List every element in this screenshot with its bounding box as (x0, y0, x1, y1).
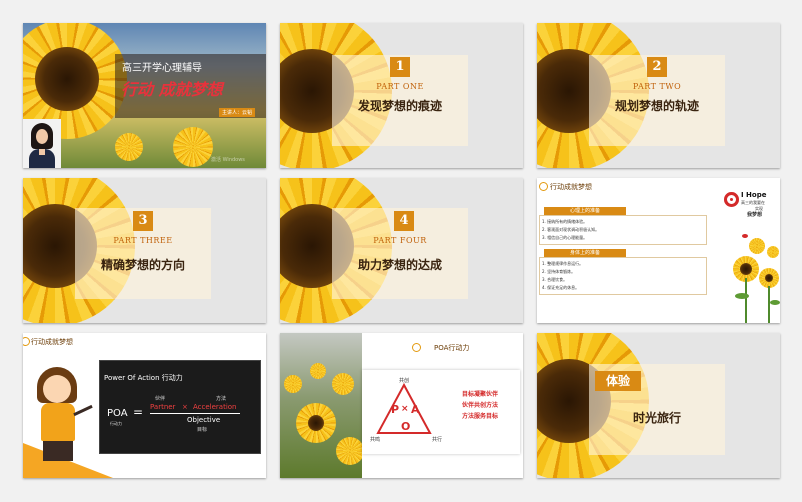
slide-7-thumbnail[interactable]: 行动成就梦想 Power Of Action 行动力 POA 行动力 = 伙伴 … (23, 333, 266, 478)
slide-header: 行动成就梦想 (31, 338, 73, 346)
slide-8-thumbnail[interactable]: POA行动力 共创 共鸣 共行 P × A O 目标凝聚伙伴 伙伴共创方法 方法… (280, 333, 523, 478)
teacher-illustration (31, 363, 93, 473)
section-title-body: 身体上的准备 (544, 249, 626, 257)
section-subtitle: 精确梦想的方向 (100, 258, 185, 272)
refresh-icon (412, 343, 421, 352)
diagram-a: A (411, 403, 420, 416)
board-underline (150, 413, 240, 414)
course-title: 高三开学心理辅导 (122, 63, 202, 74)
section-title-psych: 心理上的准备 (544, 207, 626, 215)
sunflower-image (310, 363, 326, 379)
slide-4-thumbnail[interactable]: 3 PART THREE 精确梦想的方向 (23, 178, 266, 323)
poa-line-3: 方法服务目标 (462, 413, 499, 420)
slide-5-thumbnail[interactable]: 4 PART FOUR 助力梦想的达成 (280, 178, 523, 323)
slide-header: 行动成就梦想 (550, 183, 592, 191)
equals-sign: = (133, 405, 144, 419)
list-item: 3. 合理饮食。 (542, 277, 568, 282)
objective-word: Objective (187, 416, 221, 424)
times-sign: × (182, 403, 188, 411)
section-number: 3 (133, 211, 153, 231)
section-subtitle: 规划梦想的轨迹 (614, 99, 699, 113)
sunflower-image (115, 133, 143, 161)
sunflower-center (740, 263, 752, 275)
alarm-clock-icon (724, 192, 739, 207)
slide-9-thumbnail[interactable]: 体验 时光旅行 (537, 333, 780, 478)
list-item: 1. 整理规律作息运行。 (542, 261, 584, 266)
poa-line-1: 目标凝聚伙伴 (462, 391, 499, 398)
objective-cn: 目标 (197, 427, 208, 433)
poa-sub: 行动力 (110, 421, 122, 426)
part-label: PART THREE (113, 236, 173, 245)
poa-line-2: 伙伴共创方法 (462, 402, 499, 409)
list-item: 1. 接纳所有的情绪体验。 (542, 219, 588, 224)
list-item: 3. 相信自己的心理能量。 (542, 235, 588, 240)
diagram-right-label: 共行 (432, 437, 443, 443)
slide-title: POA行动力 (434, 344, 470, 352)
slide-1-thumbnail[interactable]: 高三开学心理辅导 行动 成就梦想 主讲人：云韬 激活 Windows (23, 23, 266, 168)
section-number: 4 (394, 211, 414, 231)
avatar (29, 123, 55, 168)
leaf (770, 300, 780, 305)
part-label: PART FOUR (373, 236, 427, 245)
partner-cn: 伙伴 (155, 396, 166, 402)
slide-3-thumbnail[interactable]: 2 PART TWO 规划梦想的轨迹 (537, 23, 780, 168)
refresh-icon (23, 337, 30, 346)
badge-line-1: I Hope (741, 191, 767, 199)
list-item: 2. 客观面对现状调动积极认知。 (542, 227, 600, 232)
sunflower-center (765, 274, 773, 282)
method-cn: 方法 (216, 396, 227, 402)
presenter-photo (23, 119, 61, 168)
part-label: PART ONE (376, 82, 424, 91)
main-title: 行动 成就梦想 (121, 80, 223, 99)
board-title: Power Of Action 行动力 (104, 374, 183, 382)
stem (745, 278, 747, 323)
section-number: 1 (390, 57, 410, 77)
section-subtitle: 助力梦想的达成 (357, 258, 442, 272)
sunflower-image (332, 373, 354, 395)
diagram-o: O (401, 420, 411, 433)
list-item: 2. 坚持体育锻炼。 (542, 269, 576, 274)
sunflower-image (767, 246, 779, 258)
sunflower-image (284, 375, 302, 393)
slide-2-thumbnail[interactable]: 1 PART ONE 发现梦想的痕迹 (280, 23, 523, 168)
experience-tag: 体验 (595, 371, 641, 391)
part-label: PART TWO (632, 82, 682, 91)
badge-line-4: 我梦想 (747, 212, 763, 218)
section-number: 2 (647, 57, 667, 77)
stem (768, 286, 770, 323)
diagram-x: × (401, 404, 409, 414)
sunflower-center (308, 415, 324, 431)
section-subtitle: 发现梦想的痕迹 (357, 99, 442, 113)
partner-word: Partner (150, 403, 176, 411)
butterfly-icon (742, 234, 748, 238)
sunflower-image (336, 437, 362, 465)
acceleration-word: Acceleration (193, 403, 237, 411)
slide-6-thumbnail[interactable]: 行动成就梦想 心理上的准备 1. 接纳所有的情绪体验。 2. 客观面对现状调动积… (537, 178, 780, 323)
windows-watermark: 激活 Windows (211, 157, 245, 163)
diagram-p: P (391, 403, 400, 416)
speaker-label: 主讲人：云韬 (219, 108, 256, 117)
sunflower-field-image (280, 333, 362, 478)
sunflower-image (173, 127, 213, 167)
refresh-icon (539, 182, 548, 191)
list-item: 4. 保证充足的休息。 (542, 285, 580, 290)
sunflower-center (35, 47, 99, 111)
leaf (735, 293, 749, 299)
sunflower-image (749, 238, 765, 254)
diagram-top-label: 共创 (399, 378, 410, 384)
section-subtitle: 时光旅行 (632, 411, 681, 425)
poa-label: POA (107, 408, 128, 419)
diagram-left-label: 共鸣 (370, 437, 381, 443)
